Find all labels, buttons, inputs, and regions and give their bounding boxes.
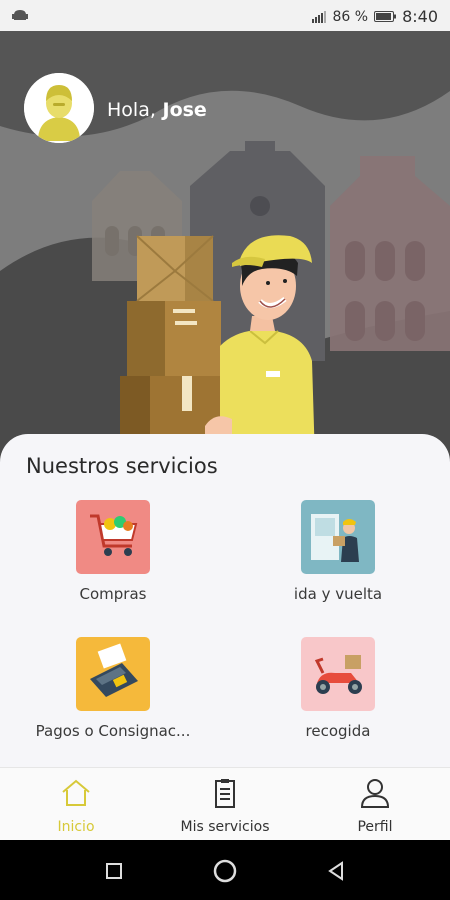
services-card: Nuestros servicios Compras ida y vuelta … bbox=[0, 434, 450, 767]
nav-item-inicio[interactable]: Inicio bbox=[6, 776, 146, 835]
avatar[interactable] bbox=[24, 73, 94, 143]
greeting-prefix: Hola, bbox=[107, 99, 156, 121]
nav-item-mis-servicios[interactable]: Mis servicios bbox=[155, 776, 295, 835]
bottom-nav: Inicio Mis servicios Perfil bbox=[0, 767, 450, 841]
service-label: recogida bbox=[305, 722, 371, 740]
home-button-icon[interactable] bbox=[212, 858, 238, 884]
back-icon[interactable] bbox=[323, 858, 349, 884]
clipboard-icon bbox=[215, 779, 235, 808]
greeting: Hola, Jose bbox=[107, 99, 207, 121]
services-title: Nuestros servicios bbox=[26, 454, 218, 478]
scooter-icon bbox=[301, 637, 375, 711]
nav-label: Mis servicios bbox=[180, 819, 270, 835]
nav-item-perfil[interactable]: Perfil bbox=[305, 776, 445, 835]
service-label: Pagos o Consignac... bbox=[35, 722, 191, 740]
service-compras[interactable]: Compras bbox=[13, 500, 213, 603]
system-nav-bar bbox=[0, 840, 450, 900]
android-icon bbox=[12, 10, 28, 20]
service-ida-y-vuelta[interactable]: ida y vuelta bbox=[238, 500, 438, 603]
battery-icon bbox=[374, 11, 397, 22]
recents-icon[interactable] bbox=[101, 858, 127, 884]
shopping-cart-icon bbox=[76, 500, 150, 574]
avatar-icon bbox=[24, 73, 94, 143]
user-icon bbox=[360, 779, 390, 808]
service-label: Compras bbox=[79, 585, 147, 603]
service-label: ida y vuelta bbox=[293, 585, 383, 603]
signal-icon bbox=[312, 10, 327, 23]
battery-percent: 86 % bbox=[332, 8, 369, 25]
hero-illustration: Hola, Jose bbox=[0, 31, 450, 461]
home-icon bbox=[62, 779, 90, 806]
payment-terminal-icon bbox=[76, 637, 150, 711]
service-recogida[interactable]: recogida bbox=[238, 637, 438, 740]
service-pagos[interactable]: Pagos o Consignac... bbox=[13, 637, 213, 740]
clock: 8:40 bbox=[402, 7, 438, 26]
status-bar: 86 % 8:40 bbox=[0, 0, 450, 31]
user-name: Jose bbox=[162, 99, 207, 121]
nav-label: Inicio bbox=[57, 819, 95, 835]
nav-label: Perfil bbox=[357, 819, 393, 835]
delivery-handoff-icon bbox=[301, 500, 375, 574]
